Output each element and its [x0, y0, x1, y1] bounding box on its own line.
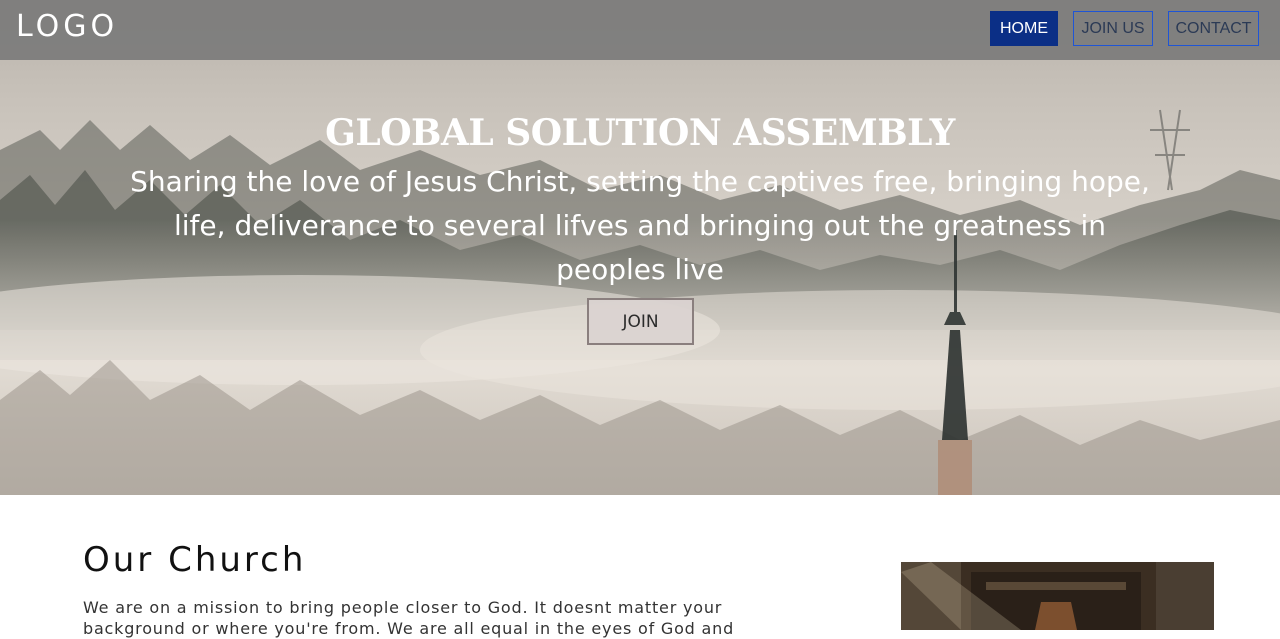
hero-subtitle-line: peoples live: [556, 253, 724, 286]
hero-title: GLOBAL SOLUTION ASSEMBLY: [325, 112, 955, 154]
join-button[interactable]: JOIN: [587, 298, 694, 345]
church-interior-image: [901, 562, 1214, 630]
hero-section: GLOBAL SOLUTION ASSEMBLY Sharing the lov…: [0, 0, 1280, 495]
logo[interactable]: LOGO: [16, 9, 118, 44]
church-section-title: Our Church: [83, 540, 307, 580]
navbar: LOGO HOME JOIN US CONTACT: [0, 0, 1280, 60]
hero-subtitle-line: life, deliverance to several lifves and …: [174, 209, 1106, 242]
hero-subtitle: Sharing the love of Jesus Christ, settin…: [120, 160, 1160, 292]
nav-home-button[interactable]: HOME: [990, 11, 1058, 46]
hero-subtitle-line: Sharing the love of Jesus Christ, settin…: [130, 165, 1150, 198]
nav-join-us-button[interactable]: JOIN US: [1073, 11, 1153, 46]
church-description: We are on a mission to bring people clos…: [83, 597, 773, 639]
church-description-line: background or where you're from. We are …: [83, 619, 735, 638]
church-description-line: We are on a mission to bring people clos…: [83, 598, 723, 617]
nav-contact-button[interactable]: CONTACT: [1168, 11, 1259, 46]
